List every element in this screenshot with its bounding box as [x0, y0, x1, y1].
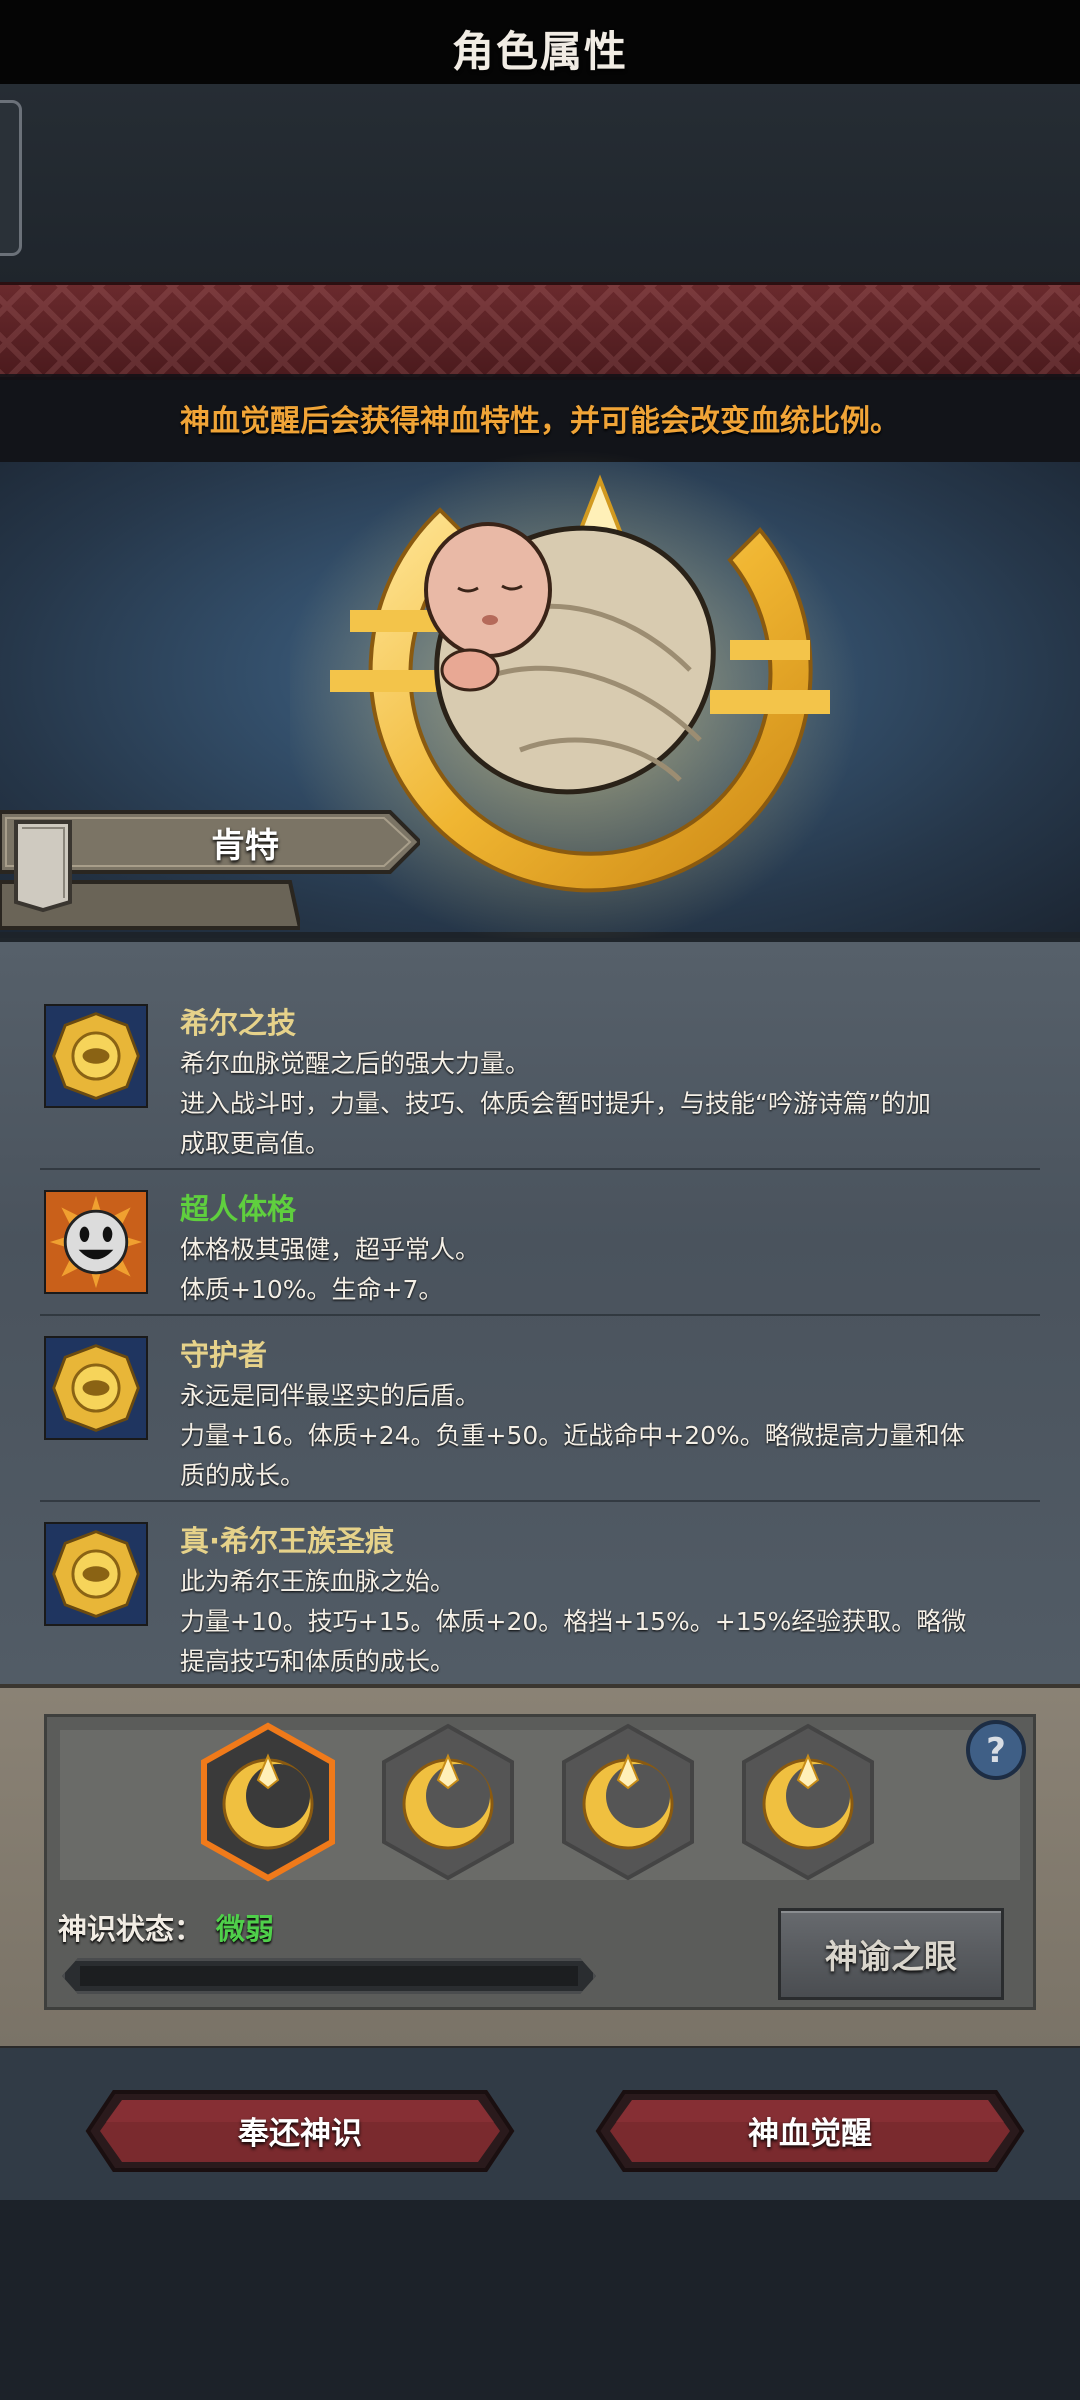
awakening-slot[interactable]: [558, 1722, 698, 1882]
svg-text:?: ?: [986, 1731, 1006, 1771]
divine-sense-value: 微弱: [216, 1912, 275, 1946]
trait-desc-line: 力量+10。技巧+15。体质+20。格挡+15%。+15%经验获取。略微: [180, 1607, 967, 1636]
trait-desc-line: 成取更高值。: [180, 1129, 331, 1158]
smiley-face-icon: [44, 1190, 148, 1294]
page-title: 角色属性: [451, 27, 628, 76]
divine-sense-label: 神识状态：: [58, 1912, 204, 1946]
side-tab-handle[interactable]: [0, 100, 22, 256]
return-divine-sense-label: 奉还神识: [238, 2116, 362, 2152]
bookmark-icon[interactable]: [12, 818, 74, 914]
gold-emblem-icon: [44, 1336, 148, 1440]
trait-divider: [40, 1314, 1040, 1316]
trait-desc-line: 希尔血脉觉醒之后的强大力量。: [180, 1049, 531, 1078]
trait-desc-line: 进入战斗时，力量、技巧、体质会暂时提升，与技能“吟游诗篇”的加: [180, 1089, 931, 1118]
trait-desc-line: 体质+10%。生命+7。: [180, 1275, 444, 1304]
trait-name: 希尔之技: [180, 1006, 297, 1040]
trait-name: 超人体格: [180, 1192, 297, 1226]
trait-divider: [40, 1168, 1040, 1170]
top-band: [0, 84, 1080, 284]
question-icon[interactable]: ?: [964, 1718, 1028, 1782]
blood-awaken-label: 神血觉醒: [748, 2116, 872, 2152]
trait-desc-line: 此为希尔王族血脉之始。: [180, 1567, 456, 1596]
divine-sense-progress-fill: [80, 1966, 578, 1986]
trait-desc-line: 提高技巧和体质的成长。: [180, 1647, 456, 1676]
awakening-slot-selected[interactable]: [198, 1722, 338, 1882]
banner-pattern: [0, 285, 1080, 377]
gold-emblem-icon: [44, 1004, 148, 1108]
bottom-empty-area: [0, 2200, 1080, 2400]
trait-divider: [40, 1500, 1040, 1502]
traits-panel: 希尔之技 希尔血脉觉醒之后的强大力量。 进入战斗时，力量、技巧、体质会暂时提升，…: [0, 938, 1080, 1688]
trait-desc-line: 力量+16。体质+24。负重+50。近战命中+20%。略微提高力量和体: [180, 1421, 965, 1450]
trait-name: 守护者: [180, 1338, 268, 1372]
subtitle-text: 神血觉醒后会获得神血特性，并可能会改变血统比例。: [180, 404, 900, 439]
oracle-eye-label: 神谕之眼: [825, 1937, 957, 1976]
trait-desc-line: 体格极其强健，超乎常人。: [180, 1235, 481, 1264]
awakening-slot[interactable]: [378, 1722, 518, 1882]
trait-desc-line: 质的成长。: [180, 1461, 306, 1490]
awakening-slot[interactable]: [738, 1722, 878, 1882]
trait-desc-line: 永远是同伴最坚实的后盾。: [180, 1381, 481, 1410]
character-name: 肯特: [211, 826, 279, 866]
trait-name: 真·希尔王族圣痕: [180, 1524, 395, 1558]
gold-emblem-icon: [44, 1522, 148, 1626]
title-banner: [0, 282, 1080, 380]
